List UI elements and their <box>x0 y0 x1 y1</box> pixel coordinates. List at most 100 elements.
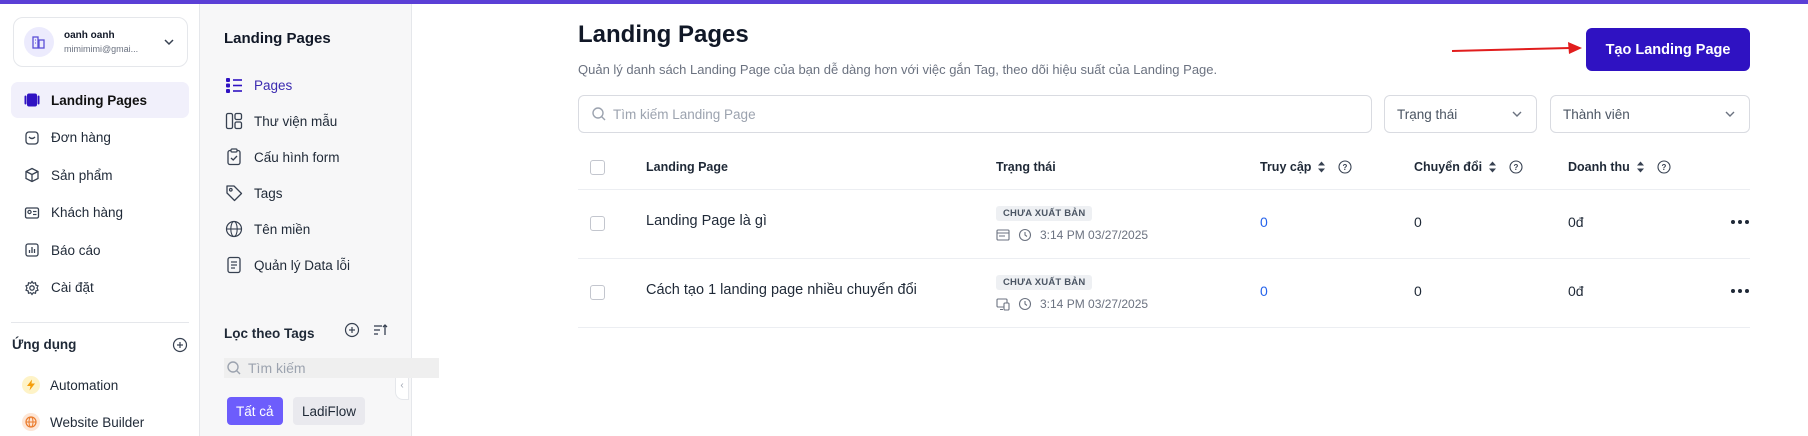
revenue-value: 0đ <box>1568 283 1584 299</box>
nav-item-orders[interactable]: Đơn hàng <box>11 120 189 156</box>
globe-icon <box>22 413 40 431</box>
domain-globe-icon <box>224 219 244 239</box>
help-icon[interactable]: ? <box>1338 160 1352 174</box>
chevron-down-icon <box>1725 111 1735 117</box>
column-header-status: Trạng thái <box>996 160 1056 174</box>
error-data-icon <box>224 255 244 275</box>
submenu-item-templates[interactable]: Thư viện mẫu <box>224 111 337 131</box>
select-all-checkbox[interactable] <box>590 160 605 175</box>
nav-label: Cài đặt <box>51 280 94 295</box>
column-header-visits[interactable]: Truy cập ? <box>1260 160 1352 174</box>
tag-chip-all[interactable]: Tất cả <box>227 397 283 425</box>
nav-item-reports[interactable]: Báo cáo <box>11 232 189 268</box>
submenu-item-pages[interactable]: Pages <box>224 75 292 95</box>
landing-page-name[interactable]: Cách tạo 1 landing page nhiều chuyển đổi <box>646 282 917 298</box>
member-filter-label: Thành viên <box>1563 106 1630 122</box>
submenu-label: Quản lý Data lỗi <box>254 257 351 273</box>
page-subtitle: Quản lý danh sách Landing Page của bạn d… <box>578 62 1218 77</box>
app-label: Automation <box>50 377 119 393</box>
tag-search-input[interactable]: Tìm kiếm <box>224 358 439 378</box>
svg-text:?: ? <box>1514 163 1519 172</box>
sort-arrows-icon[interactable] <box>1636 161 1645 173</box>
conversions-count: 0 <box>1414 214 1422 230</box>
list-icon <box>224 75 244 95</box>
history-clock-icon <box>1018 228 1032 242</box>
chevron-down-icon <box>1512 111 1522 117</box>
add-tag-icon[interactable] <box>344 322 360 338</box>
red-arrow-annotation <box>1452 42 1582 54</box>
add-app-icon[interactable] <box>172 337 188 353</box>
main-nav: Landing Pages Đơn hàng Sản phẩm Khách hà… <box>11 82 189 307</box>
status-filter-label: Trạng thái <box>1397 106 1458 122</box>
search-icon <box>227 361 241 375</box>
created-time: 3:14 PM 03/27/2025 <box>1040 297 1149 311</box>
landing-pages-icon <box>23 91 41 109</box>
app-item-website-builder[interactable]: Website Builder <box>22 413 144 431</box>
nav-label: Sản phẩm <box>51 167 113 183</box>
contact-card-icon <box>23 204 41 222</box>
orders-icon <box>23 129 41 147</box>
tag-chip-ladiflow[interactable]: LadiFlow <box>293 397 366 425</box>
row-meta: 3:14 PM 03/27/2025 <box>996 297 1148 311</box>
nav-item-landing-pages[interactable]: Landing Pages <box>11 82 189 118</box>
svg-text:?: ? <box>1343 163 1348 172</box>
row-checkbox[interactable] <box>590 285 605 300</box>
help-icon[interactable]: ? <box>1657 160 1671 174</box>
nav-item-settings[interactable]: Cài đặt <box>11 270 189 306</box>
nav-item-customers[interactable]: Khách hàng <box>11 195 189 231</box>
report-chart-icon <box>23 241 41 259</box>
box-icon <box>23 166 41 184</box>
create-landing-page-button[interactable]: Tạo Landing Page <box>1586 28 1750 71</box>
submenu-label: Pages <box>254 77 293 93</box>
nav-label: Khách hàng <box>51 205 124 220</box>
more-options-icon[interactable] <box>1728 212 1752 232</box>
table-row[interactable]: Landing Page là gì CHƯA XUẤT BẢN 3:14 PM… <box>578 190 1750 259</box>
status-badge: CHƯA XUẤT BẢN <box>996 206 1093 221</box>
visits-count[interactable]: 0 <box>1260 283 1268 299</box>
sort-arrows-icon[interactable] <box>1488 161 1497 173</box>
app-item-automation[interactable]: Automation <box>22 376 118 394</box>
submenu-label: Cấu hình form <box>254 149 340 165</box>
status-filter-select[interactable]: Trạng thái <box>1384 95 1537 133</box>
main-sidebar: oanh oanh mimimimi@gmai... Landing Pages… <box>0 4 200 436</box>
apps-section-title: Ứng dụng <box>12 337 77 352</box>
form-config-icon <box>224 147 244 167</box>
created-time: 3:14 PM 03/27/2025 <box>1040 228 1149 242</box>
help-icon[interactable]: ? <box>1509 160 1523 174</box>
column-header-conversions[interactable]: Chuyển đổi ? <box>1414 160 1523 174</box>
submenu-item-error-data[interactable]: Quản lý Data lỗi <box>224 255 350 275</box>
tag-icon <box>224 183 244 203</box>
nav-label: Đơn hàng <box>51 130 111 145</box>
landing-page-search-input[interactable]: Tìm kiếm Landing Page <box>578 95 1372 133</box>
sort-icon[interactable] <box>372 322 388 338</box>
row-checkbox[interactable] <box>590 216 605 231</box>
submenu-item-domains[interactable]: Tên miền <box>224 219 310 239</box>
account-email: mimimimi@gmai... <box>64 44 139 54</box>
landing-page-name[interactable]: Landing Page là gì <box>646 213 767 229</box>
svg-text:?: ? <box>1661 163 1666 172</box>
submenu-item-tags[interactable]: Tags <box>224 183 283 203</box>
revenue-value: 0đ <box>1568 214 1584 230</box>
visits-count[interactable]: 0 <box>1260 214 1268 230</box>
member-filter-select[interactable]: Thành viên <box>1550 95 1750 133</box>
template-library-icon <box>224 111 244 131</box>
status-badge: CHƯA XUẤT BẢN <box>996 275 1093 290</box>
app-label: Website Builder <box>50 414 145 430</box>
submenu-label: Tên miền <box>254 221 311 237</box>
more-options-icon[interactable] <box>1728 281 1752 301</box>
nav-label: Báo cáo <box>51 242 101 258</box>
tag-search-placeholder: Tìm kiếm <box>248 360 306 376</box>
account-switcher[interactable]: oanh oanh mimimimi@gmai... <box>13 17 188 67</box>
column-header-revenue[interactable]: Doanh thu ? <box>1568 160 1671 174</box>
submenu-item-form-config[interactable]: Cấu hình form <box>224 147 340 167</box>
page-title: Landing Pages <box>578 21 749 48</box>
nav-item-products[interactable]: Sản phẩm <box>11 157 189 193</box>
search-icon <box>592 107 606 121</box>
sort-arrows-icon[interactable] <box>1317 161 1326 173</box>
row-meta: 3:14 PM 03/27/2025 <box>996 228 1148 242</box>
table-row[interactable]: Cách tạo 1 landing page nhiều chuyển đổi… <box>578 259 1750 328</box>
submenu-title: Landing Pages <box>224 30 331 47</box>
search-placeholder: Tìm kiếm Landing Page <box>613 106 756 122</box>
sidebar-divider <box>11 322 189 323</box>
multi-device-icon <box>996 298 1010 311</box>
